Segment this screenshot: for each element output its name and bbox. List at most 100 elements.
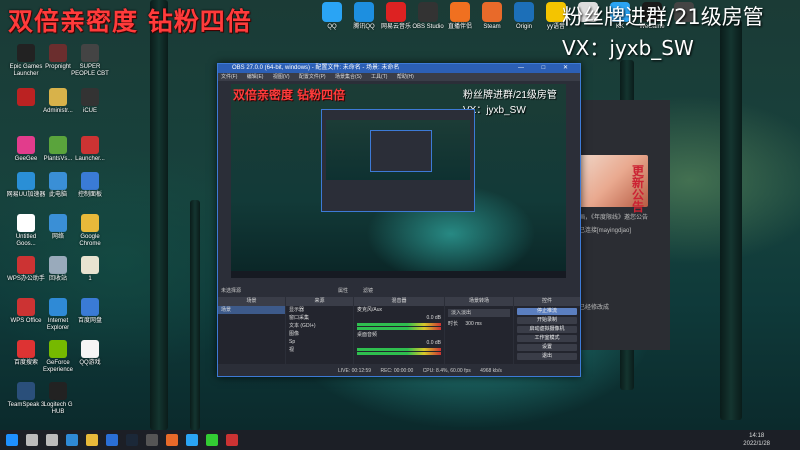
menu-view[interactable]: 视图(V)	[273, 74, 290, 80]
volume-slider[interactable]	[357, 352, 441, 355]
desktop-icon[interactable]: Origin	[507, 2, 541, 31]
desktop-icon[interactable]: Launcher...	[70, 136, 110, 163]
nested-obs-preview	[321, 109, 475, 212]
transition-duration[interactable]: 时长 300 ms	[445, 320, 513, 328]
exit-button[interactable]: 退出	[517, 353, 577, 360]
chat-icon[interactable]	[206, 434, 218, 446]
desktop-icon[interactable]: Google Chrome	[70, 214, 110, 248]
mail-icon[interactable]	[186, 434, 198, 446]
window-controls[interactable]: — □ ✕	[518, 64, 576, 73]
obs-window[interactable]: OBS 27.0.0 (64-bit, windows) - 配置文件: 未命名…	[217, 63, 581, 377]
desktop-icon[interactable]: 网易云音乐	[379, 2, 413, 31]
stop-streaming-button[interactable]: 停止推流	[517, 308, 577, 315]
desktop-icon-label: Launcher...	[75, 156, 105, 162]
desktop-icon[interactable]: Steam	[475, 2, 509, 31]
scene-item[interactable]: 场景	[218, 306, 285, 314]
app-icon	[81, 214, 99, 232]
desktop-icon[interactable]: QQ游戏	[70, 340, 110, 367]
desktop-icon[interactable]: 控制面板	[70, 172, 110, 199]
announcement-card[interactable]: 更新公告	[578, 155, 648, 213]
preview-overlay-right1: 粉丝牌进群/21级房管	[463, 90, 557, 101]
menu-help[interactable]: 帮助(H)	[397, 74, 414, 80]
desktop-icon[interactable]: OBS Studio	[411, 2, 445, 31]
store-icon[interactable]	[106, 434, 118, 446]
start-recording-button[interactable]: 开始录制	[517, 317, 577, 324]
desktop-icon-label: iCUE	[82, 108, 97, 114]
menu-tools[interactable]: 工具(T)	[371, 74, 387, 80]
clock-date: 2022/1/28	[743, 441, 770, 447]
menu-scene-collection[interactable]: 场景集合(S)	[335, 74, 362, 80]
transition-select[interactable]: 淡入淡出	[448, 309, 510, 317]
search-icon[interactable]	[26, 434, 38, 446]
app-icon	[17, 214, 35, 232]
desktop-icon-label: Logitech G HUB	[43, 402, 73, 415]
filters-button[interactable]: 滤镜	[363, 286, 373, 296]
settings-button[interactable]: 设置	[517, 344, 577, 351]
source-item[interactable]: 显示器	[286, 306, 353, 314]
desktop-icon[interactable]: SUPER PEOPLE CBT	[70, 44, 110, 78]
app-icon	[81, 88, 99, 106]
source-item[interactable]: 窗口采集	[286, 314, 353, 322]
app-icon	[450, 2, 470, 22]
steam-icon[interactable]	[126, 434, 138, 446]
desktop-icon[interactable]: 直播伴侣	[443, 2, 477, 31]
media-icon[interactable]	[226, 434, 238, 446]
menu-profile[interactable]: 配置文件(P)	[299, 74, 326, 80]
desktop-icon[interactable]: QQ	[315, 2, 349, 31]
source-item[interactable]: Sp	[286, 338, 353, 346]
background-window-line: 已连接[mayingdjao]	[579, 228, 632, 234]
mixer-channel-level: 0.0 dB	[426, 315, 441, 321]
desktop-icon[interactable]: 1	[70, 256, 110, 283]
volume-meter	[357, 348, 441, 351]
menu-edit[interactable]: 编辑(E)	[247, 74, 264, 80]
app-icon	[49, 382, 67, 400]
no-source-selected: 未选择源	[221, 288, 242, 294]
transitions-panel[interactable]: 淡入淡出 时长 300 ms	[445, 306, 513, 364]
system-clock[interactable]: 14:18 2022/1/28	[743, 432, 770, 448]
obs-icon[interactable]	[146, 434, 158, 446]
app-icon	[17, 88, 35, 106]
desktop-icon-label: 百度网盘	[77, 318, 102, 324]
properties-button[interactable]: 属性	[338, 286, 348, 296]
mixer-panel[interactable]: 麦克风/Aux 0.0 dB 桌面音频 0.0 dB	[354, 306, 444, 364]
virtual-camera-button[interactable]: 启动虚拟摄像机	[517, 326, 577, 333]
mixer-channel-name: 桌面音频	[357, 332, 378, 338]
app-icon[interactable]	[166, 434, 178, 446]
stream-overlay-left: 双倍亲密度 钻粉四倍	[8, 7, 252, 36]
source-item[interactable]: 文本 (GDI+)	[286, 322, 353, 330]
app-icon	[17, 298, 35, 316]
tree-trunk	[720, 20, 742, 420]
duration-value[interactable]: 300 ms	[465, 321, 481, 327]
stream-overlay-right1: 粉丝牌进群/21级房管	[562, 5, 764, 29]
source-item[interactable]: 视	[286, 346, 353, 354]
app-icon	[49, 44, 67, 62]
edge-icon[interactable]	[66, 434, 78, 446]
preview-taskbar	[231, 271, 566, 278]
desktop-icon[interactable]: Logitech G HUB	[38, 382, 78, 416]
studio-mode-button[interactable]: 工作室模式	[517, 335, 577, 342]
mixer-header: 混音器	[354, 297, 444, 306]
sources-panel[interactable]: 显示器 窗口采集 文本 (GDI+) 图像 Sp 视	[286, 306, 353, 364]
scenes-panel[interactable]: 场景	[218, 306, 285, 364]
start-icon[interactable]	[6, 434, 18, 446]
background-window-line: 画，《年度限线》邀您公告	[579, 215, 649, 221]
desktop-icon[interactable]: iCUE	[70, 88, 110, 115]
tree-trunk	[150, 0, 168, 430]
mixer-channel-name: 麦克风/Aux	[357, 307, 383, 313]
app-icon	[322, 2, 342, 22]
explorer-icon[interactable]	[86, 434, 98, 446]
source-item[interactable]: 图像	[286, 330, 353, 338]
background-window[interactable]: 画，《年度限线》邀您公告 已连接[mayingdjao] 已经修改成	[575, 100, 670, 350]
dock-headers: 场景 来源 混音器 场景转场 控件	[218, 297, 580, 306]
desktop-icon[interactable]: 百度网盘	[70, 298, 110, 325]
app-icon	[386, 2, 406, 22]
bitrate: 4968 kb/s	[480, 368, 502, 374]
menu-file[interactable]: 文件(F)	[221, 74, 237, 80]
obs-preview[interactable]: 双倍亲密度 钻粉四倍 粉丝牌进群/21级房管 VX：jyxb_SW	[231, 84, 566, 278]
app-icon	[17, 382, 35, 400]
task-view-icon[interactable]	[46, 434, 58, 446]
desktop-icon[interactable]: 腾讯QQ	[347, 2, 381, 31]
obs-titlebar[interactable]: OBS 27.0.0 (64-bit, windows) - 配置文件: 未命名…	[218, 64, 580, 73]
volume-slider[interactable]	[357, 327, 441, 330]
preview-overlay-left: 双倍亲密度 钻粉四倍	[233, 88, 346, 102]
